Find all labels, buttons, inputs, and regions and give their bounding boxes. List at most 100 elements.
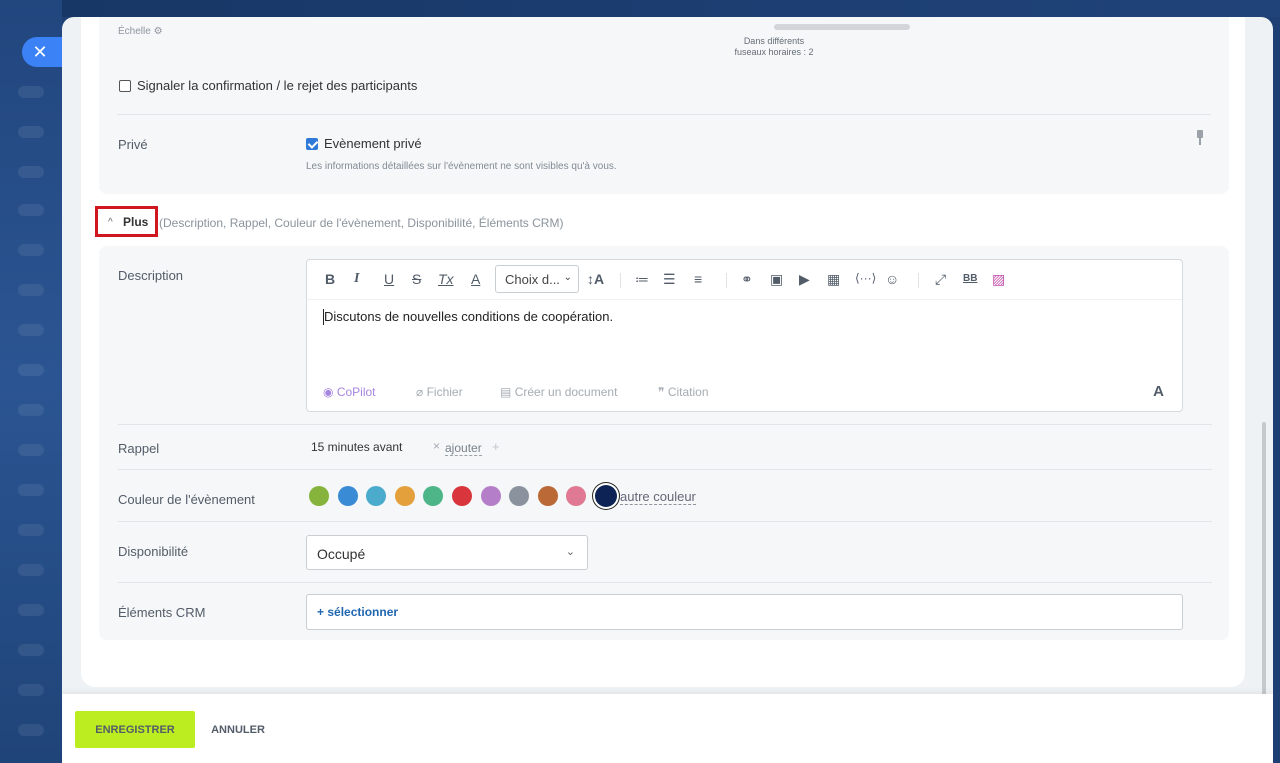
text-color-button[interactable]: A: [471, 271, 480, 287]
crm-select-field[interactable]: + sélectionner: [306, 594, 1183, 630]
quote-icon: ❞: [658, 385, 665, 399]
timezone-info: Dans différents fuseaux horaires : 2: [679, 36, 869, 58]
divider: [118, 521, 1212, 522]
more-toggle-description[interactable]: (Description, Rappel, Couleur de l'évène…: [159, 216, 563, 230]
pin-needle: [1199, 138, 1201, 145]
reminder-label: Rappel: [118, 441, 160, 456]
remove-reminder-icon[interactable]: ×: [433, 439, 440, 453]
color-label: Couleur de l'évènement: [118, 492, 255, 507]
background-item: [18, 724, 44, 736]
scale-label: Échelle ⚙: [118, 26, 163, 37]
timezone-line: Dans différents: [743, 36, 805, 46]
availability-select[interactable]: Occupé ⌄: [306, 535, 588, 570]
emoji-icon[interactable]: ☺: [885, 271, 899, 287]
color-swatch[interactable]: [394, 486, 415, 506]
background-item: [18, 484, 44, 496]
add-reminder-icon[interactable]: +: [492, 439, 500, 454]
file-button[interactable]: ⌀ Fichier: [416, 385, 463, 399]
table-icon[interactable]: ▦: [827, 271, 840, 288]
chevron-down-icon: ⌄: [565, 546, 575, 558]
reminder-value[interactable]: 15 minutes avant: [311, 440, 402, 454]
font-size-button[interactable]: ↕A: [587, 271, 604, 287]
pin-icon[interactable]: [1196, 130, 1204, 146]
create-document-button[interactable]: ▤ Créer un document: [500, 385, 617, 399]
font-select-value: Choix d...: [505, 272, 560, 287]
copilot-icon: ◉: [323, 385, 334, 399]
background-item: [18, 444, 44, 456]
color-swatch[interactable]: [309, 486, 329, 506]
quote-label: Citation: [667, 385, 709, 399]
divider: [118, 469, 1212, 470]
ai-image-icon[interactable]: ▨: [992, 271, 1005, 288]
event-form-card: Échelle ⚙ Dans différents fuseaux horair…: [81, 17, 1245, 687]
background-item: [18, 364, 44, 376]
document-icon: ▤: [500, 385, 512, 399]
background-item: [18, 86, 44, 98]
color-swatch[interactable]: [452, 486, 472, 506]
underline-button[interactable]: U: [384, 271, 394, 287]
private-label: Privé: [118, 137, 148, 152]
scrollbar[interactable]: [1262, 422, 1266, 702]
code-icon[interactable]: ⟨···⟩: [855, 271, 876, 285]
paperclip-icon: ⌀: [416, 385, 424, 399]
cancel-button[interactable]: ANNULER: [203, 711, 273, 748]
color-swatch[interactable]: [595, 485, 617, 507]
file-label: Fichier: [426, 385, 463, 399]
background-item: [18, 644, 44, 656]
align-icon[interactable]: ≡: [694, 271, 702, 287]
notify-label[interactable]: Signaler la confirmation / le rejet des …: [137, 78, 417, 93]
description-text[interactable]: Discutons de nouvelles conditions de coo…: [324, 309, 613, 324]
availability-value: Occupé: [317, 546, 366, 562]
other-color-link[interactable]: autre couleur: [620, 489, 696, 505]
description-label: Description: [118, 268, 184, 283]
footer-bar: ENREGISTRER ANNULER: [62, 694, 1273, 763]
color-swatch[interactable]: [537, 486, 558, 506]
bbcode-icon[interactable]: BB: [963, 273, 977, 284]
editor-toolbar: B I U S Tx A Choix d... ⌄ ↕A ≔ ☰ ≡ ⚭ ▣ ▶: [307, 260, 1182, 300]
color-swatch[interactable]: [480, 486, 501, 506]
bullet-list-icon[interactable]: ☰: [663, 271, 676, 288]
background-item: [18, 126, 44, 138]
options-section: Échelle ⚙ Dans différents fuseaux horair…: [99, 17, 1229, 194]
private-hint: Les informations détaillées sur l'évènem…: [306, 161, 617, 172]
private-checkbox[interactable]: [306, 138, 318, 150]
chevron-down-icon: ⌄: [563, 272, 572, 283]
font-icon[interactable]: A: [1153, 383, 1164, 400]
crm-label: Éléments CRM: [118, 605, 206, 620]
background-item: [18, 324, 44, 336]
fullscreen-icon[interactable]: ⤢: [935, 271, 946, 288]
background-item: [18, 166, 44, 178]
link-icon[interactable]: ⚭: [741, 271, 753, 288]
copilot-button[interactable]: ◉ CoPilot: [323, 385, 376, 399]
background-item: [18, 404, 44, 416]
divider: [117, 114, 1211, 115]
color-swatch[interactable]: [337, 486, 358, 506]
video-icon[interactable]: ▶: [799, 271, 810, 288]
background-item: [18, 564, 44, 576]
background-item: [18, 284, 44, 296]
font-select[interactable]: Choix d... ⌄: [495, 265, 579, 293]
save-button[interactable]: ENREGISTRER: [75, 711, 195, 748]
crm-select-action: + sélectionner: [317, 605, 399, 619]
close-slider-button[interactable]: ✕: [22, 37, 62, 67]
background-sidebar: [0, 0, 62, 763]
private-checkbox-label[interactable]: Evènement privé: [324, 136, 422, 151]
bold-button[interactable]: B: [325, 271, 335, 287]
image-icon[interactable]: ▣: [770, 271, 783, 288]
italic-button[interactable]: I: [354, 271, 359, 287]
background-header: [62, 0, 1280, 17]
more-toggle-button[interactable]: ^ Plus: [95, 206, 158, 237]
background-item: [18, 244, 44, 256]
gear-icon[interactable]: ⚙: [154, 26, 163, 37]
strikethrough-button[interactable]: S: [412, 271, 421, 287]
toolbar-separator: [726, 273, 727, 288]
quote-button[interactable]: ❞ Citation: [658, 385, 709, 399]
ordered-list-icon[interactable]: ≔: [635, 271, 649, 288]
notify-checkbox[interactable]: [119, 80, 131, 92]
background-item: [18, 524, 44, 536]
toolbar-separator: [620, 273, 621, 288]
clear-format-button[interactable]: Tx: [438, 271, 454, 287]
add-reminder-link[interactable]: ajouter: [445, 441, 482, 456]
availability-label: Disponibilité: [118, 544, 189, 559]
background-item: [18, 684, 44, 696]
